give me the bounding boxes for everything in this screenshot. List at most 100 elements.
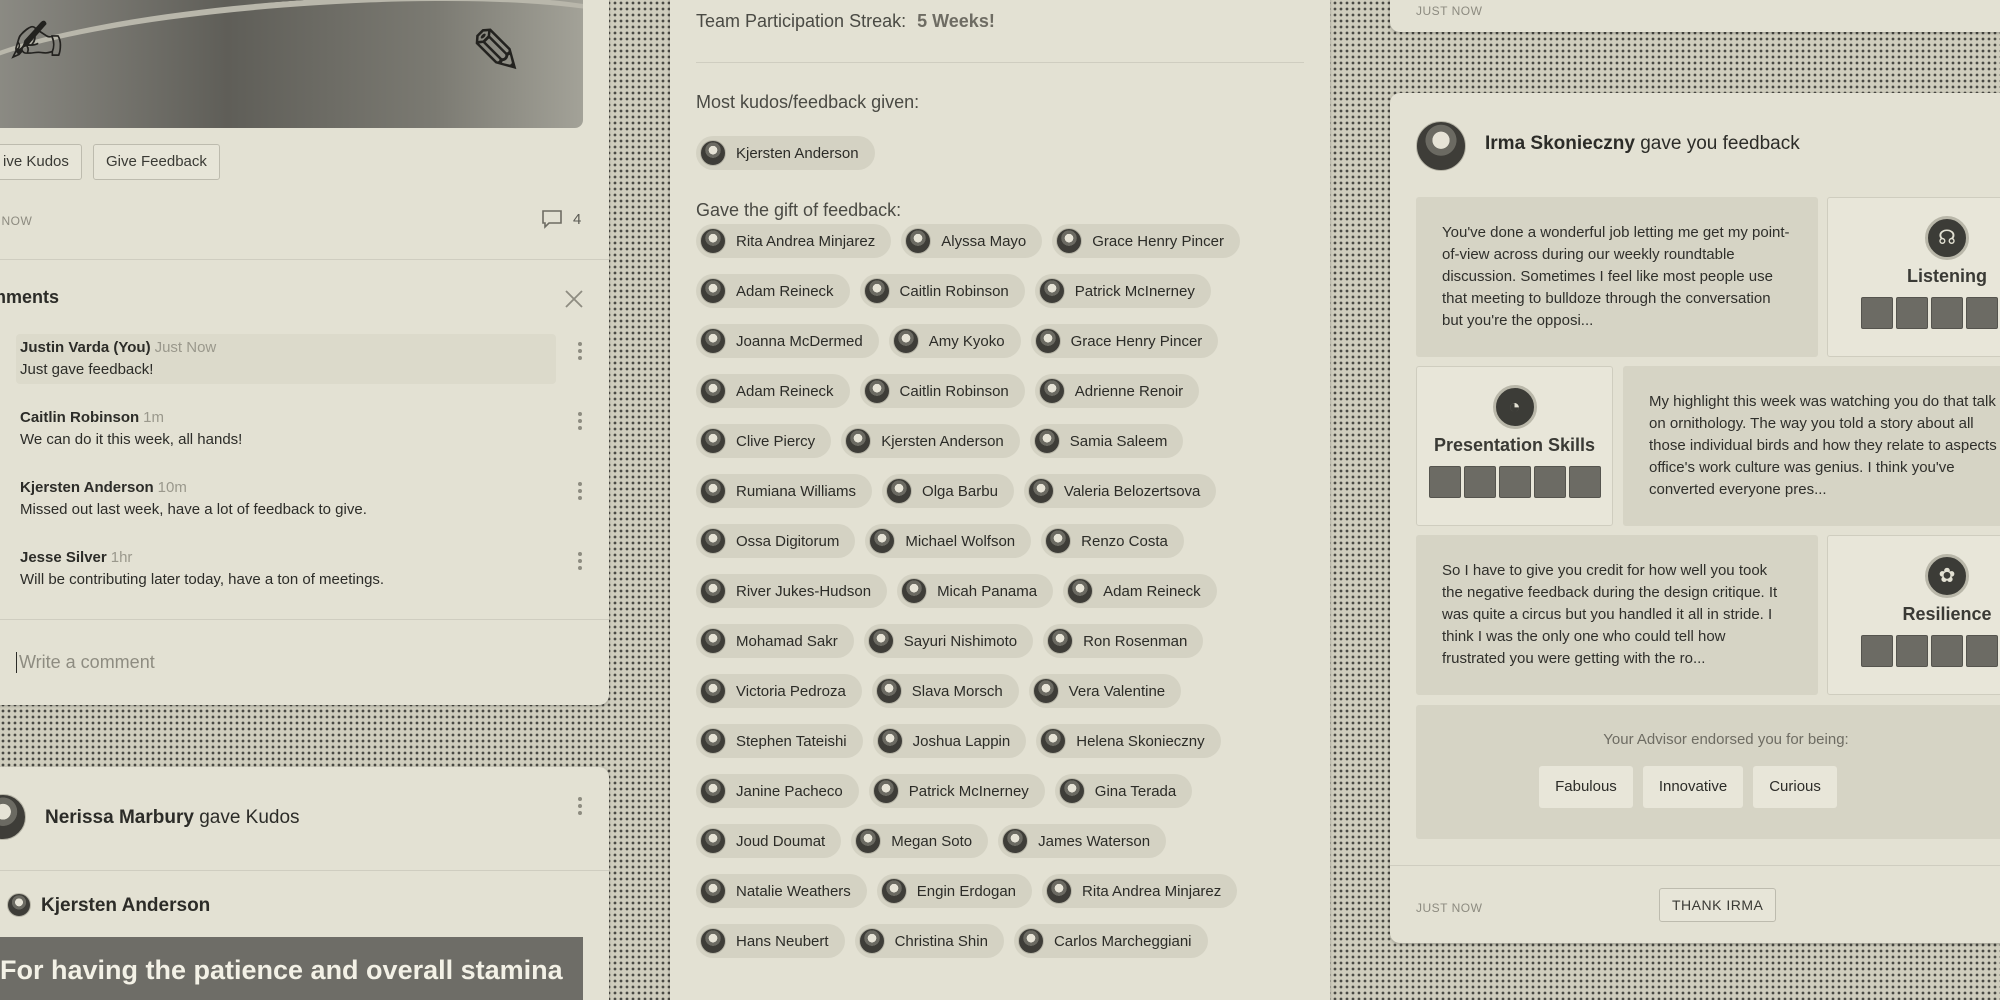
- avatar: [875, 678, 902, 704]
- person-chip[interactable]: Rumiana Williams: [696, 474, 873, 508]
- comment-menu-icon[interactable]: [578, 552, 582, 573]
- feedback-text-card: My highlight this week was watching you …: [1623, 366, 2000, 526]
- post-illustration: ✍ ✎: [0, 0, 583, 128]
- avatar: [1017, 928, 1044, 954]
- avatar: [1027, 478, 1054, 504]
- person-chip[interactable]: Kjersten Anderson: [841, 424, 1020, 458]
- person-name: Victoria Pedroza: [736, 682, 846, 700]
- divider: [1390, 865, 2000, 866]
- avatar: [886, 478, 913, 504]
- person-chip[interactable]: Joshua Lappin: [872, 724, 1027, 758]
- person-chip[interactable]: Helena Skonieczny: [1036, 724, 1221, 758]
- avatar: [1047, 628, 1074, 654]
- skill-rating: [1828, 297, 2000, 329]
- person-name: Clive Piercy: [736, 432, 816, 450]
- person-chip[interactable]: Joud Doumat: [696, 824, 842, 858]
- person-chip[interactable]: River Jukes-Hudson: [696, 574, 888, 608]
- person-chip[interactable]: Hans Neubert: [696, 924, 845, 958]
- person-name: Christina Shin: [894, 932, 988, 950]
- comment-time: 1m: [143, 409, 165, 426]
- comment-time: 10m: [157, 479, 187, 496]
- divider: [0, 619, 609, 620]
- person-chip[interactable]: Micah Panama: [897, 574, 1054, 608]
- person-chip[interactable]: Adrienne Renoir: [1034, 374, 1200, 408]
- person-chip[interactable]: Janine Pacheco: [696, 774, 859, 808]
- person-name: Ron Rosenman: [1083, 632, 1188, 650]
- person-chip[interactable]: Rita Andrea Minjarez: [696, 224, 892, 258]
- comment-menu-icon[interactable]: [578, 342, 582, 363]
- person-name: Joshua Lappin: [912, 732, 1011, 750]
- comment-input[interactable]: Write a comment: [16, 652, 576, 673]
- person-chip[interactable]: Vera Valentine: [1028, 674, 1182, 708]
- give-kudos-button[interactable]: ive Kudos: [0, 144, 82, 180]
- close-icon[interactable]: [564, 289, 584, 309]
- person-chip[interactable]: Clive Piercy: [696, 424, 832, 458]
- give-feedback-button[interactable]: Give Feedback: [93, 144, 220, 180]
- person-chip[interactable]: Amy Kyoko: [888, 324, 1021, 358]
- person-chip[interactable]: Grace Henry Pincer: [1030, 324, 1219, 358]
- person-name: Rita Andrea Minjarez: [1082, 882, 1222, 900]
- person-chip[interactable]: Samia Saleem: [1029, 424, 1184, 458]
- thank-button[interactable]: THANK IRMA: [1659, 888, 1777, 922]
- avatar: [845, 428, 872, 454]
- person-name: Hans Neubert: [736, 932, 829, 950]
- person-chip[interactable]: Gina Terada: [1054, 774, 1193, 808]
- gift-givers-list: Rita Andrea Minjarez Alyssa Mayo Grace Hen…: [696, 224, 1296, 974]
- person-name: Sayuri Nishimoto: [903, 632, 1018, 650]
- avatar: [700, 140, 726, 166]
- person-chip[interactable]: Renzo Costa: [1041, 524, 1184, 558]
- endorsement-section: Your Advisor endorsed you for being: Fab…: [1416, 705, 2000, 839]
- person-chip[interactable]: Grace Henry Pincer: [1052, 224, 1240, 258]
- person-chip[interactable]: Patrick McInerney: [1034, 274, 1211, 308]
- person-chip[interactable]: Valeria Belozertsova: [1023, 474, 1217, 508]
- divider: [0, 870, 609, 871]
- comment-count[interactable]: 4: [541, 209, 581, 229]
- comment-menu-icon[interactable]: [578, 412, 582, 433]
- person-chip[interactable]: Caitlin Robinson: [859, 274, 1025, 308]
- person-name: Rita Andrea Minjarez: [736, 232, 876, 250]
- person-chip[interactable]: Caitlin Robinson: [859, 374, 1025, 408]
- person-name: Caitlin Robinson: [899, 282, 1009, 300]
- person-chip[interactable]: Stephen Tateishi: [696, 724, 863, 758]
- person-name: Adam Reineck: [736, 282, 834, 300]
- comment-item: Jesse Silver 1hr Will be contributing lat…: [16, 544, 556, 594]
- person-name: Joanna McDermed: [736, 332, 863, 350]
- person-chip[interactable]: Sayuri Nishimoto: [863, 624, 1034, 658]
- most-given-row: Kjersten Anderson: [696, 136, 885, 186]
- person-chip[interactable]: Slava Morsch: [871, 674, 1019, 708]
- avatar: [700, 328, 726, 354]
- person-chip[interactable]: Michael Wolfson: [865, 524, 1032, 558]
- streak-row: Team Participation Streak: 5 Weeks!: [696, 11, 995, 32]
- person-chip[interactable]: Kjersten Anderson: [696, 136, 875, 170]
- person-chip[interactable]: Patrick McInerney: [868, 774, 1045, 808]
- person-chip[interactable]: Adam Reineck: [1063, 574, 1217, 608]
- avatar: [855, 828, 882, 854]
- person-chip[interactable]: Engin Erdogan: [876, 874, 1033, 908]
- person-chip[interactable]: Joanna McDermed: [696, 324, 879, 358]
- avatar: [1038, 278, 1065, 304]
- avatar: [7, 893, 31, 917]
- person-chip[interactable]: James Waterson: [998, 824, 1167, 858]
- person-chip[interactable]: Mohamad Sakr: [696, 624, 854, 658]
- person-chip[interactable]: Natalie Weathers: [696, 874, 867, 908]
- avatar: [700, 728, 726, 754]
- person-name: Ossa Digitorum: [736, 532, 840, 550]
- person-chip[interactable]: Adam Reineck: [696, 274, 850, 308]
- person-chip[interactable]: Adam Reineck: [696, 374, 850, 408]
- avatar: [700, 528, 726, 554]
- person-chip[interactable]: Megan Soto: [851, 824, 989, 858]
- person-chip[interactable]: Alyssa Mayo: [901, 224, 1043, 258]
- comment-author: Caitlin Robinson: [20, 409, 140, 426]
- person-chip[interactable]: Carlos Marcheggiani: [1013, 924, 1208, 958]
- person-name: Joud Doumat: [736, 832, 826, 850]
- person-chip[interactable]: Christina Shin: [854, 924, 1004, 958]
- post-timestamp: JUST NOW: [1416, 901, 1483, 915]
- person-chip[interactable]: Olga Barbu: [882, 474, 1014, 508]
- hand-pen-icon: ✎: [470, 16, 524, 88]
- person-chip[interactable]: Rita Andrea Minjarez: [1042, 874, 1238, 908]
- post-menu-icon[interactable]: [578, 797, 582, 818]
- person-chip[interactable]: Ossa Digitorum: [696, 524, 856, 558]
- person-chip[interactable]: Victoria Pedroza: [696, 674, 862, 708]
- person-chip[interactable]: Ron Rosenman: [1043, 624, 1204, 658]
- comment-menu-icon[interactable]: [578, 482, 582, 503]
